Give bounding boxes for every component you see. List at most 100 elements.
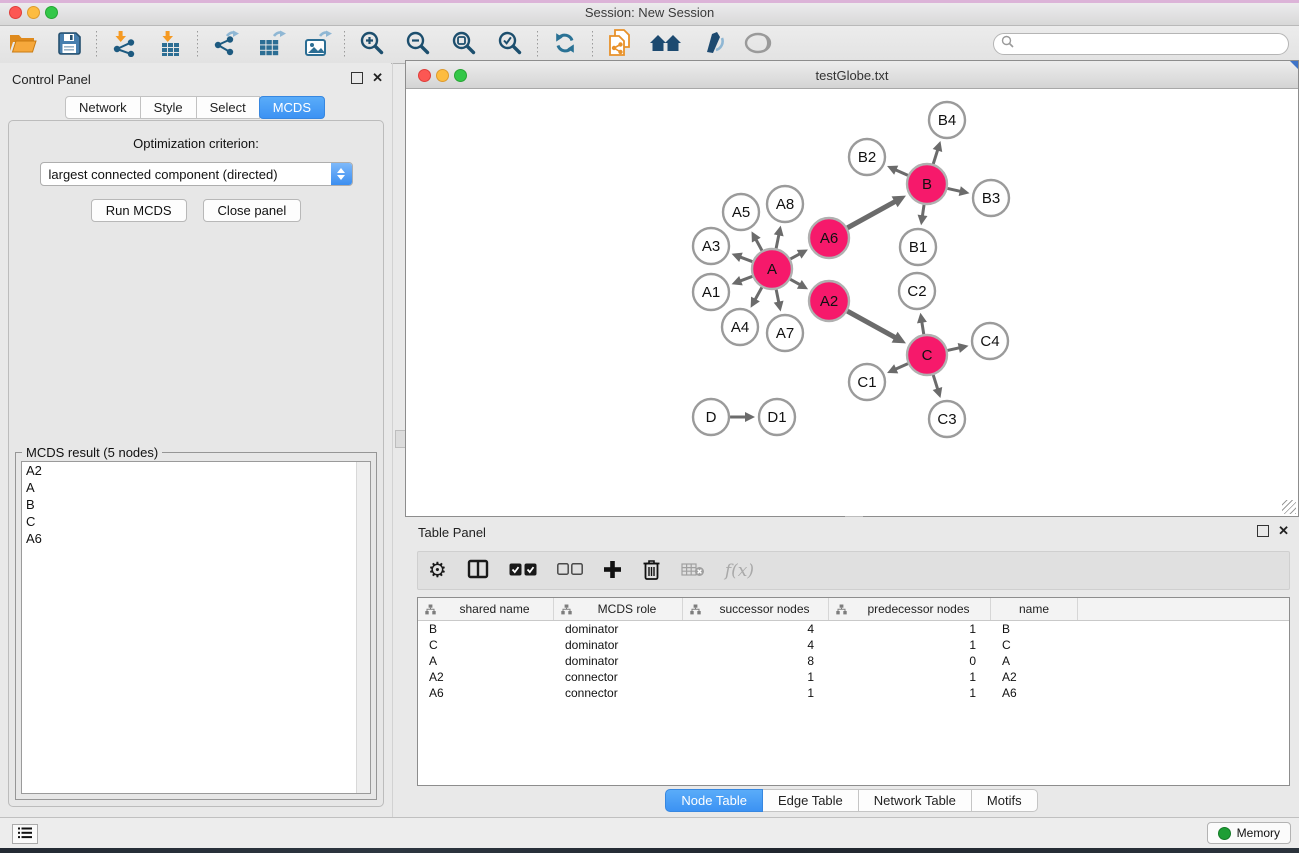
graph-edge-A-A8[interactable]: [776, 235, 779, 248]
table-cell[interactable]: A2: [991, 670, 1078, 684]
birds-eye-button[interactable]: [742, 30, 774, 60]
column-header-MCDS-role[interactable]: MCDS role: [554, 598, 683, 620]
table-row[interactable]: A2connector11A2: [418, 669, 1289, 685]
search-input[interactable]: [1018, 36, 1288, 52]
zoom-fit-button[interactable]: [448, 30, 480, 60]
graph-edge-A6-B[interactable]: [848, 202, 895, 228]
graph-edge-B-B4[interactable]: [933, 151, 937, 164]
graph-edge-A-A4[interactable]: [755, 288, 761, 299]
delete-column-button[interactable]: [642, 559, 661, 583]
graph-edge-C-C3[interactable]: [933, 376, 937, 389]
table-cell[interactable]: A6: [991, 686, 1078, 700]
tab-edge-table[interactable]: Edge Table: [762, 789, 859, 812]
graph-edge-B-B1[interactable]: [923, 205, 924, 215]
table-row[interactable]: A6connector11A6: [418, 685, 1289, 701]
column-header-name[interactable]: name: [991, 598, 1078, 620]
graphics-details-button[interactable]: [696, 30, 728, 60]
tab-network[interactable]: Network: [65, 96, 141, 119]
table-row[interactable]: Cdominator41C: [418, 637, 1289, 653]
mcds-result-item[interactable]: A6: [22, 530, 370, 547]
float-panel-icon[interactable]: [1257, 525, 1269, 537]
zoom-out-button[interactable]: [402, 30, 434, 60]
graph-edge-A2-C[interactable]: [848, 311, 895, 337]
table-row[interactable]: Bdominator41B: [418, 621, 1289, 637]
create-column-button[interactable]: [603, 560, 622, 582]
table-cell[interactable]: A: [418, 654, 554, 668]
graph-edge-A-A7[interactable]: [776, 290, 778, 302]
tab-network-table[interactable]: Network Table: [858, 789, 972, 812]
table-cell[interactable]: B: [991, 622, 1078, 636]
close-panel-icon[interactable]: ✕: [1278, 526, 1289, 536]
float-panel-icon[interactable]: [351, 72, 363, 84]
table-cell[interactable]: A6: [418, 686, 554, 700]
refresh-button[interactable]: [549, 30, 581, 60]
import-network-button[interactable]: [108, 30, 140, 60]
show-columns-button[interactable]: [467, 559, 489, 582]
table-cell[interactable]: A: [991, 654, 1078, 668]
table-cell[interactable]: 1: [829, 686, 991, 700]
zoom-in-button[interactable]: [356, 30, 388, 60]
table-cell[interactable]: 1: [683, 686, 829, 700]
table-row[interactable]: Adominator80A: [418, 653, 1289, 669]
memory-button[interactable]: Memory: [1207, 822, 1291, 844]
table-cell[interactable]: dominator: [554, 654, 683, 668]
save-session-button[interactable]: [53, 30, 85, 60]
close-panel-button[interactable]: Close panel: [203, 199, 302, 222]
export-image-button[interactable]: [301, 30, 333, 60]
list-scrollbar[interactable]: [356, 462, 370, 793]
tab-mcds[interactable]: MCDS: [259, 96, 325, 119]
table-cell[interactable]: B: [418, 622, 554, 636]
graph-edge-A-A6[interactable]: [791, 254, 799, 258]
mcds-result-item[interactable]: B: [22, 496, 370, 513]
export-table-button[interactable]: [255, 30, 287, 60]
zoom-selected-button[interactable]: [494, 30, 526, 60]
column-header-predecessor-nodes[interactable]: predecessor nodes: [829, 598, 991, 620]
open-session-button[interactable]: [7, 30, 39, 60]
table-cell[interactable]: 1: [829, 638, 991, 652]
search-field[interactable]: [993, 33, 1289, 55]
unselect-all-columns-button[interactable]: [557, 563, 583, 578]
select-all-columns-button[interactable]: [509, 563, 537, 579]
close-panel-icon[interactable]: ✕: [372, 73, 383, 83]
show-panels-button[interactable]: [12, 824, 38, 844]
graph-edge-A-A2[interactable]: [791, 280, 800, 285]
table-cell[interactable]: dominator: [554, 622, 683, 636]
graph-edge-B-B3[interactable]: [948, 189, 960, 192]
column-header-successor-nodes[interactable]: successor nodes: [683, 598, 829, 620]
table-settings-button[interactable]: ⚙: [428, 561, 447, 581]
table-cell[interactable]: 4: [683, 638, 829, 652]
table-cell[interactable]: C: [991, 638, 1078, 652]
tab-select[interactable]: Select: [196, 96, 260, 119]
table-cell[interactable]: 0: [829, 654, 991, 668]
delete-table-button[interactable]: [681, 562, 705, 580]
node-table[interactable]: shared nameMCDS rolesuccessor nodesprede…: [417, 597, 1290, 786]
graph-edge-C-C4[interactable]: [948, 348, 959, 350]
network-graph-canvas[interactable]: AA1A2A3A4A5A6A7A8BB1B2B3B4CC1C2C3C4DD1: [406, 88, 1298, 515]
criterion-select[interactable]: largest connected component (directed): [40, 162, 353, 186]
export-network-button[interactable]: [209, 30, 241, 60]
table-cell[interactable]: connector: [554, 686, 683, 700]
graph-edge-A-A3[interactable]: [741, 257, 752, 261]
new-network-button[interactable]: [604, 30, 636, 60]
graph-edge-A-A1[interactable]: [741, 277, 752, 281]
function-builder-button[interactable]: f(x): [725, 561, 754, 581]
home-button[interactable]: [650, 30, 682, 60]
mcds-result-item[interactable]: A2: [22, 462, 370, 479]
mcds-result-item[interactable]: C: [22, 513, 370, 530]
table-cell[interactable]: connector: [554, 670, 683, 684]
run-mcds-button[interactable]: Run MCDS: [91, 199, 187, 222]
import-table-button[interactable]: [154, 30, 186, 60]
table-cell[interactable]: 1: [683, 670, 829, 684]
table-cell[interactable]: 8: [683, 654, 829, 668]
table-cell[interactable]: A2: [418, 670, 554, 684]
graph-edge-C-C1[interactable]: [896, 364, 907, 369]
graph-edge-B-B2[interactable]: [896, 170, 907, 175]
mcds-result-item[interactable]: A: [22, 479, 370, 496]
table-cell[interactable]: 1: [829, 622, 991, 636]
tab-node-table[interactable]: Node Table: [665, 789, 763, 812]
graph-edge-C-C2[interactable]: [922, 323, 924, 334]
table-cell[interactable]: 4: [683, 622, 829, 636]
tab-style[interactable]: Style: [140, 96, 197, 119]
table-cell[interactable]: C: [418, 638, 554, 652]
graph-edge-A-A5[interactable]: [756, 240, 761, 250]
